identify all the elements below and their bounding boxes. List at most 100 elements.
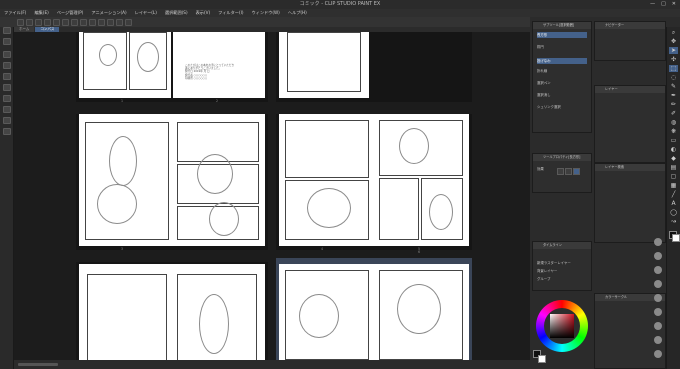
pen-icon[interactable]: ✒ [669,92,678,99]
quick-access-icon[interactable] [654,322,662,330]
page-settings-icon[interactable] [3,73,11,80]
decoration-icon[interactable]: ❋ [669,128,678,135]
quick-access-icon[interactable] [654,266,662,274]
balloon-icon[interactable]: ◯ [669,209,678,216]
fill-icon[interactable] [71,18,78,26]
lasso-icon[interactable]: ◌ [669,74,678,81]
gradient-icon[interactable]: ▤ [669,164,678,171]
page-spread[interactable]: 4 5 [276,114,472,251]
sub-tool-item[interactable]: 長方形 [537,32,587,38]
maximize-button[interactable]: □ [661,0,666,9]
page-thumbnail[interactable] [79,32,171,98]
page-spread[interactable]: 3 [76,114,268,251]
redo-icon[interactable] [53,18,60,26]
eraser-icon[interactable]: ▭ [669,137,678,144]
open-icon[interactable] [26,18,33,26]
move-icon[interactable]: ✥ [669,38,678,45]
operation-icon[interactable]: ➤ [669,47,678,54]
figure-icon[interactable]: ▢ [669,173,678,180]
snap-icon[interactable] [107,18,114,26]
page-settings-icon[interactable] [3,117,11,124]
quick-access-icon[interactable] [654,252,662,260]
menu-help[interactable]: ヘルプ(H) [288,10,307,16]
pencil-icon[interactable]: ✏ [669,101,678,108]
layer-row[interactable]: 背景レイヤー [537,268,587,274]
ruler-icon[interactable] [116,18,123,26]
border-effect-icon[interactable] [557,168,564,175]
page-thumbnail[interactable]: このたびはこの本をお手にとっていただき 誠にありがとうございました。 発行日 2… [173,32,265,98]
zoom-slider[interactable] [18,363,58,366]
page-manager-toolbar [0,27,14,369]
color-effect-icon[interactable] [573,168,580,175]
menu-edit[interactable]: 編集(E) [34,10,48,16]
page-thumbnail[interactable] [79,264,265,360]
menu-view[interactable]: 表示(V) [196,10,211,16]
sub-tool-item[interactable]: 楕円 [537,44,587,50]
menu-layer[interactable]: レイヤー(L) [135,10,157,16]
new-file-icon[interactable] [17,18,24,26]
invert-select-icon[interactable] [98,18,105,26]
sub-tool-item[interactable]: 選択ペン [537,80,587,86]
selection-icon[interactable]: ⬚ [669,65,678,72]
menu-animation[interactable]: アニメーション(A) [91,10,126,16]
page-thumbnail[interactable] [279,32,369,98]
menu-window[interactable]: ウィンドウ(W) [251,10,279,16]
page-manager-canvas[interactable]: このたびはこの本をお手にとっていただき 誠にありがとうございました。 発行日 2… [14,32,530,360]
quick-access-icon[interactable] [654,308,662,316]
page-thumbnail[interactable] [279,114,469,246]
menu-select[interactable]: 選択範囲(S) [165,10,188,16]
sub-color-swatch[interactable] [538,355,546,363]
menu-filter[interactable]: フィルター(I) [218,10,243,16]
page-settings-icon[interactable] [3,106,11,113]
page-spread-selected[interactable]: 6 [276,250,472,360]
add-page-icon[interactable] [3,27,11,34]
sub-tool-item[interactable]: 折れ線 [537,68,587,74]
brush-icon[interactable]: ✐ [669,110,678,117]
fill-icon[interactable]: ◆ [669,155,678,162]
deselect-icon[interactable] [89,18,96,26]
transform-icon[interactable] [80,18,87,26]
clear-icon[interactable] [62,18,69,26]
tone-effect-icon[interactable] [565,168,572,175]
page-spread[interactable] [276,32,472,102]
grid-icon[interactable] [125,18,132,26]
minimize-button[interactable]: — [650,0,655,9]
page-thumbnail[interactable] [279,264,469,360]
page-settings-icon[interactable] [3,128,11,135]
undo-icon[interactable] [44,18,51,26]
sub-color-icon[interactable] [672,234,680,242]
eyedropper-icon[interactable]: ✎ [669,83,678,90]
ruler-icon[interactable]: ╱ [669,191,678,198]
layer-move-icon[interactable]: ✣ [669,56,678,63]
blend-icon[interactable]: ◐ [669,146,678,153]
quick-access-icon[interactable] [654,238,662,246]
page-thumbnail[interactable] [79,114,265,246]
menu-file[interactable]: ファイル(F) [4,10,26,16]
page-settings-icon[interactable] [3,95,11,102]
sub-tool-item[interactable]: 投げなわ [537,58,587,64]
sub-tool-item[interactable]: シュリンク選択 [537,104,587,110]
quick-access-icon[interactable] [654,294,662,302]
delete-page-icon[interactable] [3,38,11,45]
zoom-icon[interactable]: ⌕ [669,29,678,36]
menu-page[interactable]: ページ管理(P) [57,10,84,16]
quick-access-icon[interactable] [654,336,662,344]
layer-list-panel: レイヤー検索 [594,163,666,243]
page-spread[interactable]: このたびはこの本をお手にとっていただき 誠にありがとうございました。 発行日 2… [76,32,268,103]
page-spread[interactable] [76,262,268,360]
layer-row[interactable]: グループ [537,276,587,282]
airbrush-icon[interactable]: ◍ [669,119,678,126]
color-saturation-square[interactable] [550,314,574,338]
sub-tool-item[interactable]: 選択消し [537,92,587,98]
close-button[interactable]: ✕ [672,0,676,9]
page-settings-icon[interactable] [3,62,11,69]
quick-access-icon[interactable] [654,280,662,288]
page-settings-icon[interactable] [3,84,11,91]
text-icon[interactable]: A [669,200,678,207]
page-settings-icon[interactable] [3,51,11,58]
save-icon[interactable] [35,18,42,26]
frame-border-icon[interactable]: ▦ [669,182,678,189]
quick-access-icon[interactable] [654,350,662,358]
correct-line-icon[interactable]: ↝ [669,218,678,225]
layer-row[interactable]: 新規ラスターレイヤー [537,260,587,266]
